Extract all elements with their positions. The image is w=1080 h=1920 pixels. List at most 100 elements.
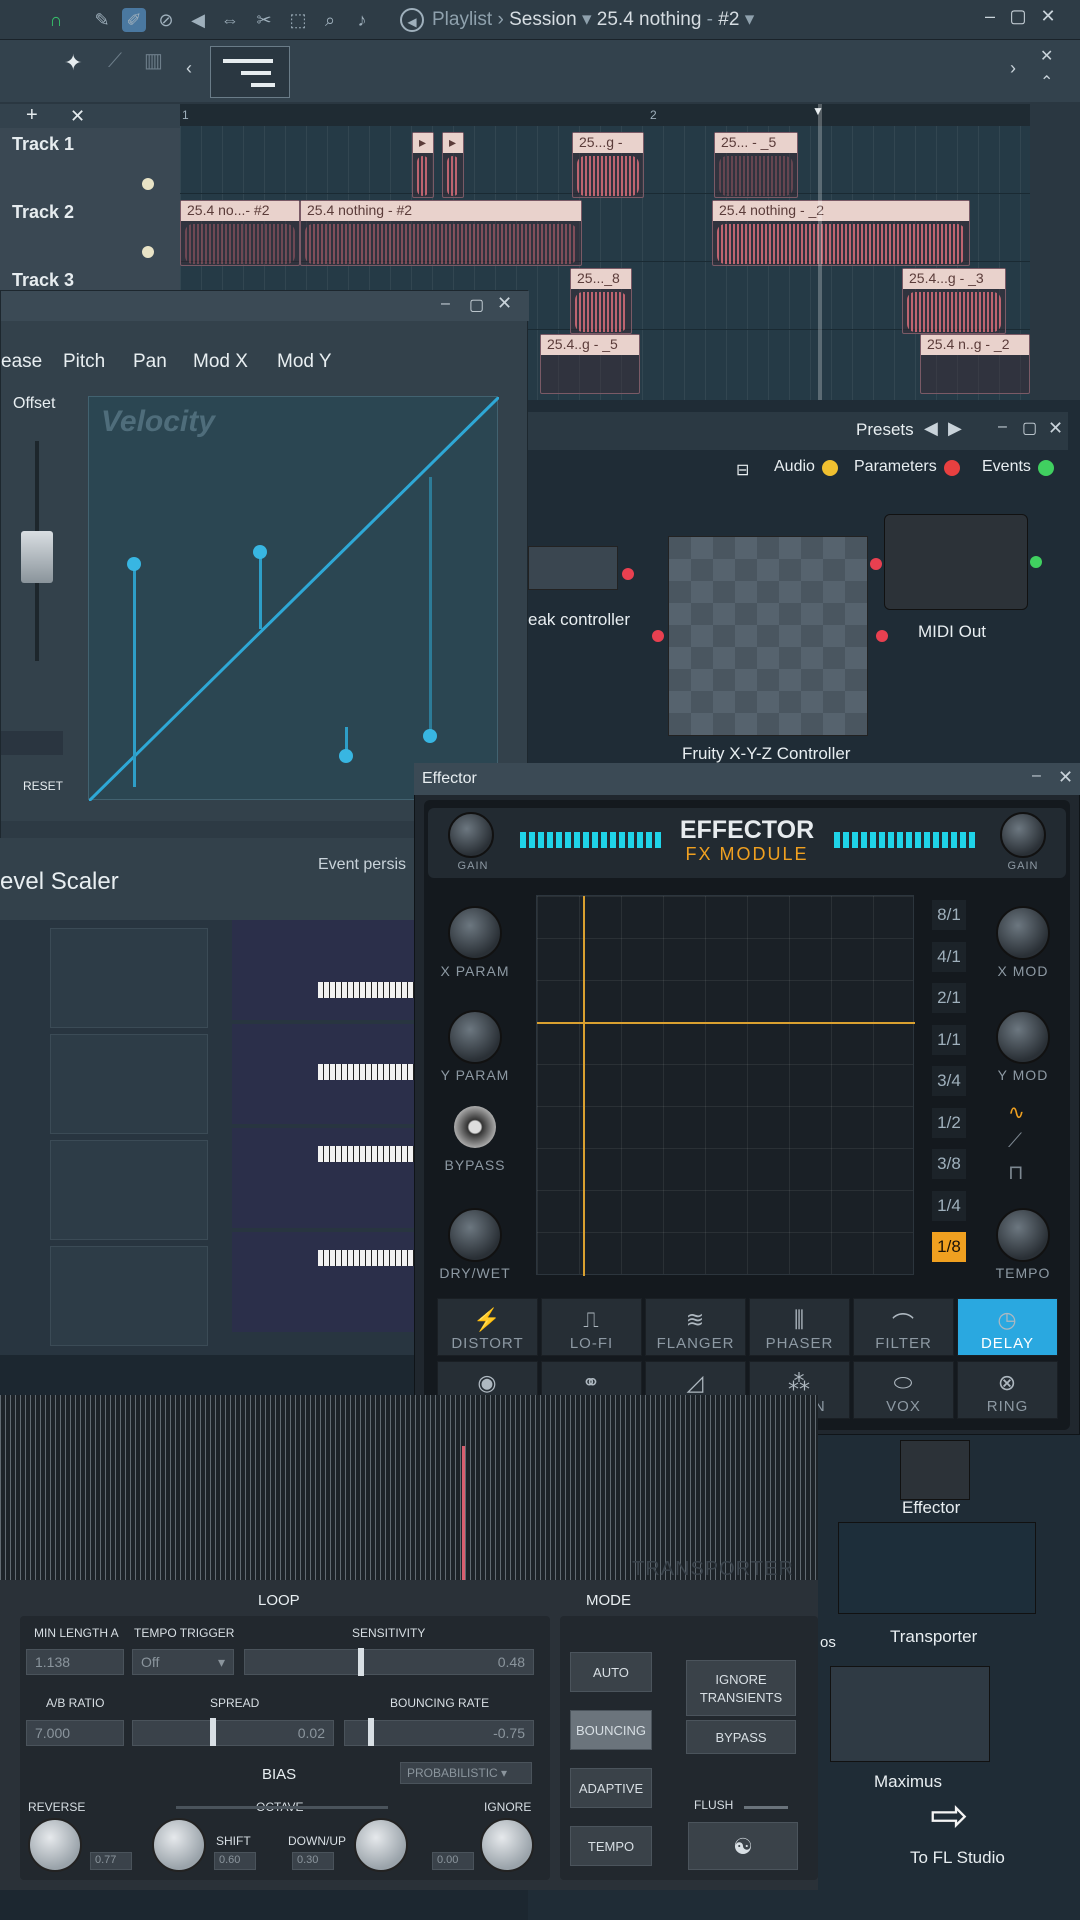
shift-field[interactable]: 0.60 (214, 1852, 256, 1870)
clip[interactable]: 25... - _5 (714, 132, 798, 198)
transporter-node[interactable] (838, 1522, 1036, 1614)
track-2-name[interactable]: Track 2 (12, 202, 74, 223)
midi-out-node[interactable] (884, 514, 1028, 610)
maximize-icon[interactable]: ▢ (469, 295, 484, 315)
effector-node[interactable] (900, 1440, 970, 1500)
track-2-mute[interactable] (142, 246, 154, 258)
flanger-mode-button[interactable]: ≋ FLANGER (645, 1298, 746, 1356)
pencil-icon[interactable]: ✎ (90, 8, 114, 32)
close-icon[interactable]: ✕ (1048, 418, 1063, 439)
playhead[interactable] (818, 104, 822, 400)
instrument-strip[interactable] (232, 920, 414, 1020)
port-dot[interactable] (1030, 556, 1042, 568)
input-gain-knob[interactable] (448, 812, 494, 858)
track-1-name[interactable]: Track 1 (12, 134, 74, 155)
reset-button[interactable]: RESET (23, 779, 63, 793)
distort-mode-button[interactable]: ⚡ DISTORT (437, 1298, 538, 1356)
flush-slider[interactable] (744, 1806, 788, 1809)
x-param-knob[interactable] (448, 906, 502, 960)
speaker-icon[interactable]: ♪ (350, 8, 374, 32)
clip[interactable]: 25.4 n..g - _2 (920, 334, 1030, 394)
reverse-field[interactable]: 0.77 (90, 1852, 132, 1870)
clip[interactable]: 25...g - (572, 132, 644, 198)
position-marker[interactable] (462, 1446, 465, 1584)
velocity-handle[interactable] (339, 749, 353, 763)
adaptive-mode-button[interactable]: ADAPTIVE (570, 1768, 652, 1808)
tab-pan[interactable]: Pan (133, 351, 167, 373)
delete-icon[interactable]: ⊘ (154, 8, 178, 32)
track-1-mute[interactable] (142, 178, 154, 190)
transporter-bypass-button[interactable]: BYPASS (686, 1720, 796, 1754)
sensitivity-slider[interactable]: 0.48 (244, 1649, 534, 1675)
tab-pitch[interactable]: Pitch (63, 351, 105, 373)
magnet-icon[interactable]: ∩ (44, 8, 68, 32)
instrument-strip[interactable] (232, 1232, 414, 1332)
reverse-knob[interactable] (28, 1818, 82, 1872)
auto-mode-button[interactable]: AUTO (570, 1652, 652, 1692)
filter-events-toggle[interactable] (1038, 460, 1054, 476)
min-length-field[interactable]: 1.138 (26, 1649, 124, 1675)
peak-controller-node[interactable] (528, 546, 618, 590)
phaser-mode-button[interactable]: ⫼ PHASER (749, 1298, 850, 1356)
velocity-handle[interactable] (127, 557, 141, 571)
presets-label[interactable]: Presets (856, 420, 914, 440)
transporter-waveform[interactable] (0, 1395, 818, 1580)
ring-mode-button[interactable]: ⊗ RING (957, 1361, 1058, 1419)
rate-1-8-button[interactable]: 1/8 (932, 1232, 966, 1262)
ignore-field[interactable]: 0.00 (432, 1852, 474, 1870)
filter-parameters-toggle[interactable] (944, 460, 960, 476)
tempo-mode-button[interactable]: TEMPO (570, 1826, 652, 1866)
filter-mode-button[interactable]: ⌒ FILTER (853, 1298, 954, 1356)
clip[interactable]: 25.4 nothing - _2 (712, 200, 970, 266)
select-icon[interactable]: ⬚ (286, 8, 310, 32)
tab-mod-x[interactable]: Mod X (193, 351, 248, 373)
spread-slider[interactable]: 0.02 (132, 1720, 334, 1746)
tab-release[interactable]: ease (1, 351, 42, 373)
octave-range[interactable] (176, 1806, 388, 1809)
clip[interactable]: 25.4..g - _5 (540, 334, 640, 394)
automation-icon[interactable]: ⟋ (108, 50, 122, 73)
square-wave-icon[interactable]: ⊓ (1008, 1160, 1024, 1185)
velocity-graph[interactable]: Velocity (88, 396, 499, 801)
sine-wave-icon[interactable]: ∿ (1008, 1100, 1025, 1125)
close-icon[interactable]: ✕ (1058, 767, 1073, 788)
saw-wave-icon[interactable]: ⟋ (1008, 1130, 1022, 1153)
rate-1-2-button[interactable]: 1/2 (932, 1107, 966, 1138)
playback-icon[interactable]: ◀ (400, 8, 424, 32)
ab-ratio-field[interactable]: 7.000 (26, 1720, 124, 1746)
mute-icon[interactable]: ◀ (186, 8, 210, 32)
brush-icon[interactable]: ✐ (122, 8, 146, 32)
piano-icon[interactable]: ▥ (144, 48, 163, 73)
minimize-icon[interactable]: – (441, 295, 450, 313)
clip[interactable]: 25.4 nothing - #2 (300, 200, 582, 266)
rate-8-1-button[interactable]: 8/1 (932, 900, 966, 930)
port-dot[interactable] (652, 630, 664, 642)
slice-icon[interactable]: ✂ (252, 8, 276, 32)
exit-arrow-icon[interactable]: ⇨ (930, 1788, 969, 1842)
ignore-knob[interactable] (480, 1818, 534, 1872)
maximize-icon[interactable]: ▢ (1022, 418, 1037, 438)
folder-icon[interactable]: ⊟ (736, 460, 749, 480)
y-param-knob[interactable] (448, 1010, 502, 1064)
tempo-trigger-dropdown[interactable]: Off ▾ (132, 1649, 234, 1675)
plugin-strip[interactable] (50, 1246, 208, 1346)
bypass-button[interactable] (454, 1106, 496, 1148)
preset-next-icon[interactable]: ▶ (948, 418, 962, 439)
bias-mode-dropdown[interactable]: PROBABILISTIC ▾ (400, 1762, 532, 1784)
clip[interactable]: 25.4 no...- #2 (180, 200, 300, 266)
scroll-up-icon[interactable]: ⌃ (1040, 72, 1053, 92)
octave-shift-knob[interactable] (152, 1818, 206, 1872)
close-small-icon[interactable]: ✕ (1040, 46, 1053, 66)
plugin-strip[interactable] (50, 928, 208, 1028)
tempo-knob[interactable] (996, 1208, 1050, 1262)
clip[interactable]: 25..._8 (570, 268, 632, 334)
flush-button[interactable]: ☯ (688, 1822, 798, 1870)
xyz-controller-node[interactable] (668, 536, 868, 736)
ignore-transients-button[interactable]: IGNORE TRANSIENTS (686, 1660, 796, 1716)
plugin-strip[interactable] (50, 1034, 208, 1134)
x-mod-knob[interactable] (996, 906, 1050, 960)
scroll-right-icon[interactable]: › (1010, 58, 1016, 79)
instrument-strip[interactable] (232, 1128, 414, 1228)
scroll-left-icon[interactable]: ‹ (186, 58, 192, 79)
xy-pad[interactable] (536, 895, 915, 1276)
